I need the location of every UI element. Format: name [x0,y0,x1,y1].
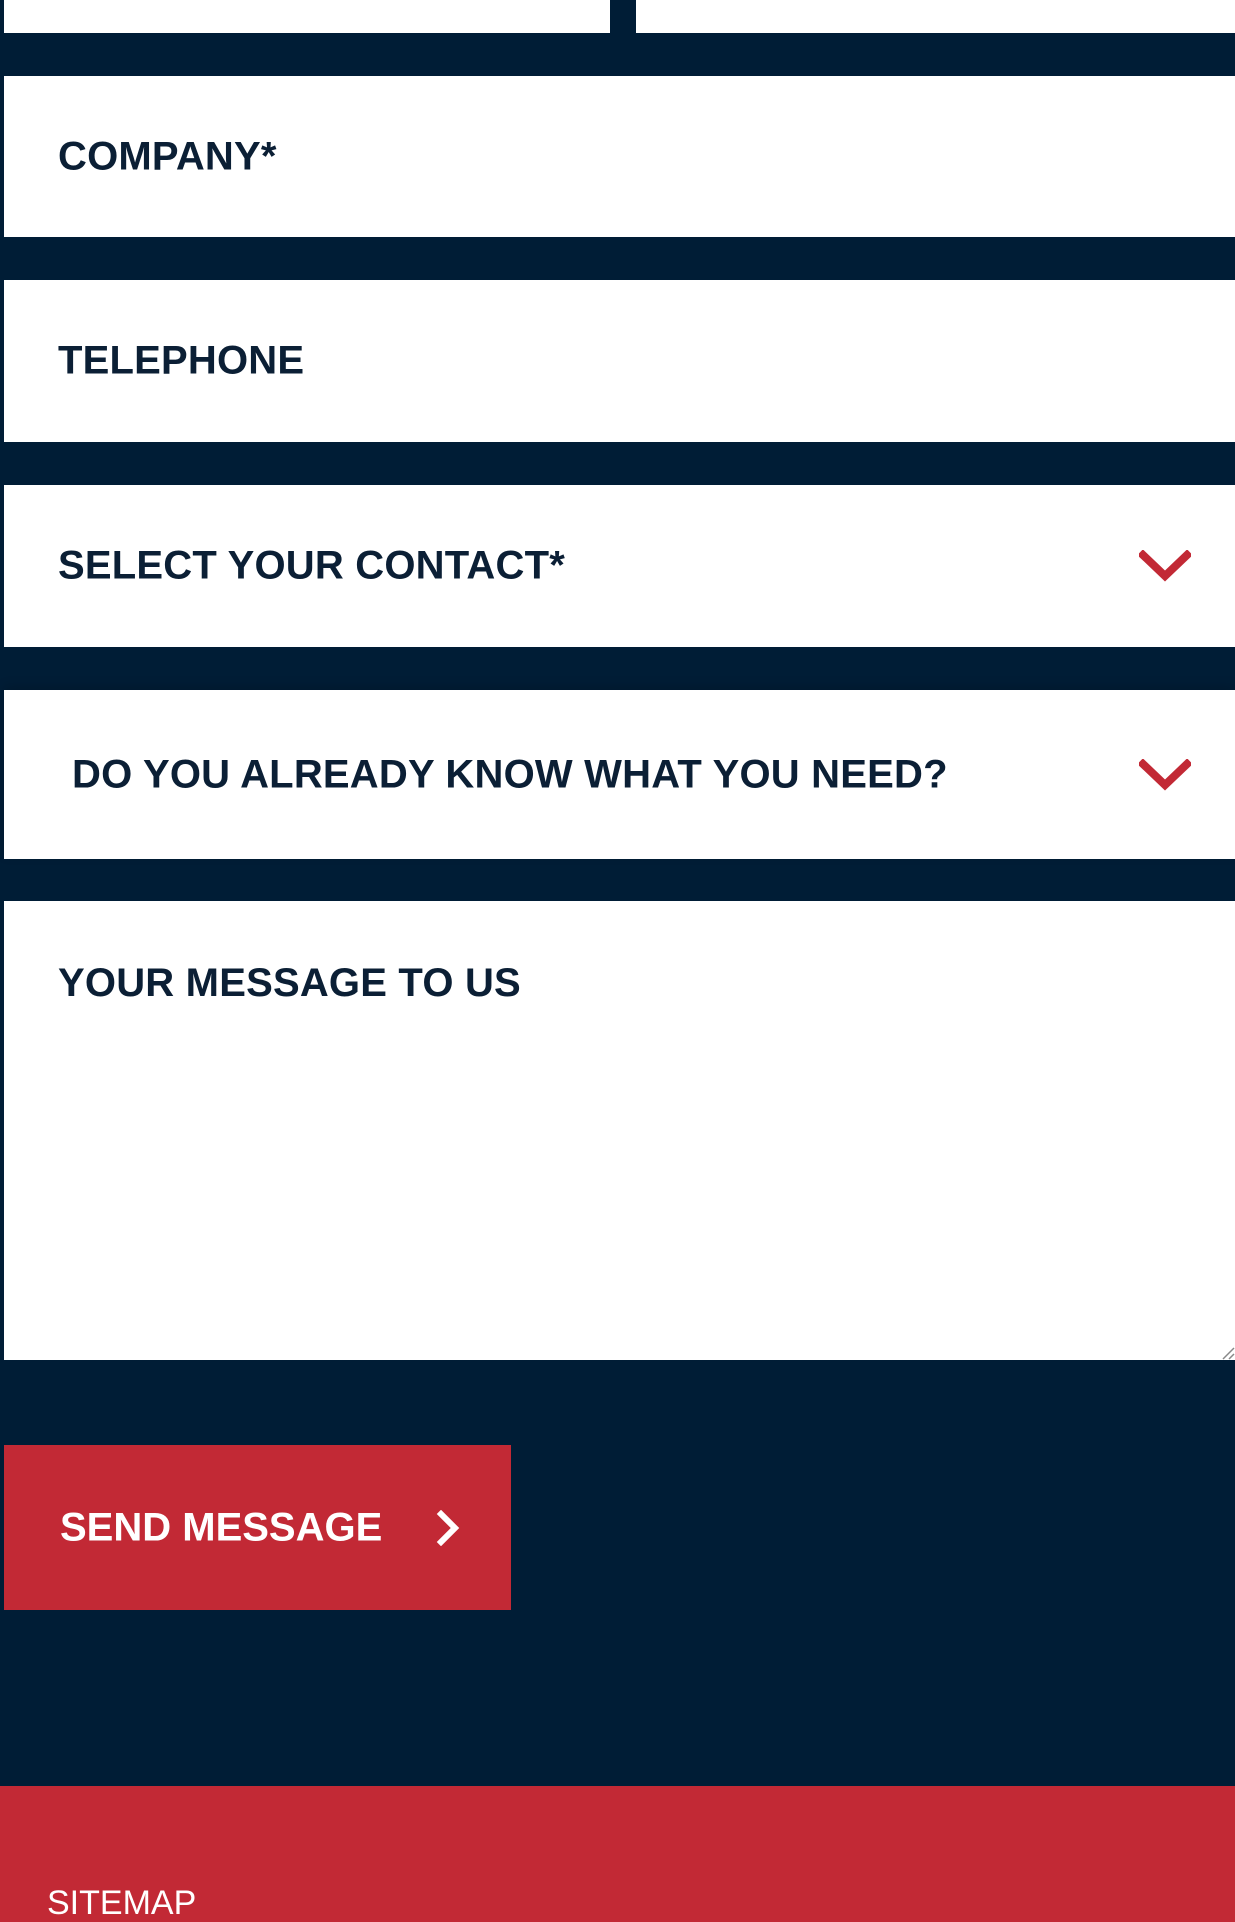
telephone-label: TELEPHONE [58,338,305,383]
contact-select[interactable]: SELECT YOUR CONTACT* [4,485,1235,647]
resize-handle-icon[interactable] [1219,1344,1235,1360]
sitemap-link[interactable]: SITEMAP [47,1884,196,1922]
first-name-field[interactable] [4,0,610,33]
contact-select-label: SELECT YOUR CONTACT* [58,543,565,588]
footer: SITEMAP [0,1786,1235,1922]
last-name-field[interactable] [636,0,1235,33]
message-label: YOUR MESSAGE TO US [58,961,521,1005]
need-select-label: DO YOU ALREADY KNOW WHAT YOU NEED? [72,752,948,796]
company-label: COMPANY* [58,134,277,178]
contact-form-page: COMPANY* TELEPHONE SELECT YOUR CONTACT* … [0,0,1235,1922]
message-textarea[interactable]: YOUR MESSAGE TO US [4,901,1235,1360]
company-field[interactable]: COMPANY* [4,76,1235,237]
chevron-down-icon [1139,550,1191,582]
need-select[interactable]: DO YOU ALREADY KNOW WHAT YOU NEED? [4,690,1235,859]
send-message-label: SEND MESSAGE [60,1505,383,1549]
chevron-right-icon [436,1509,460,1546]
send-message-button[interactable]: SEND MESSAGE [4,1445,511,1610]
chevron-down-icon [1139,758,1191,791]
telephone-field[interactable]: TELEPHONE [4,280,1235,442]
